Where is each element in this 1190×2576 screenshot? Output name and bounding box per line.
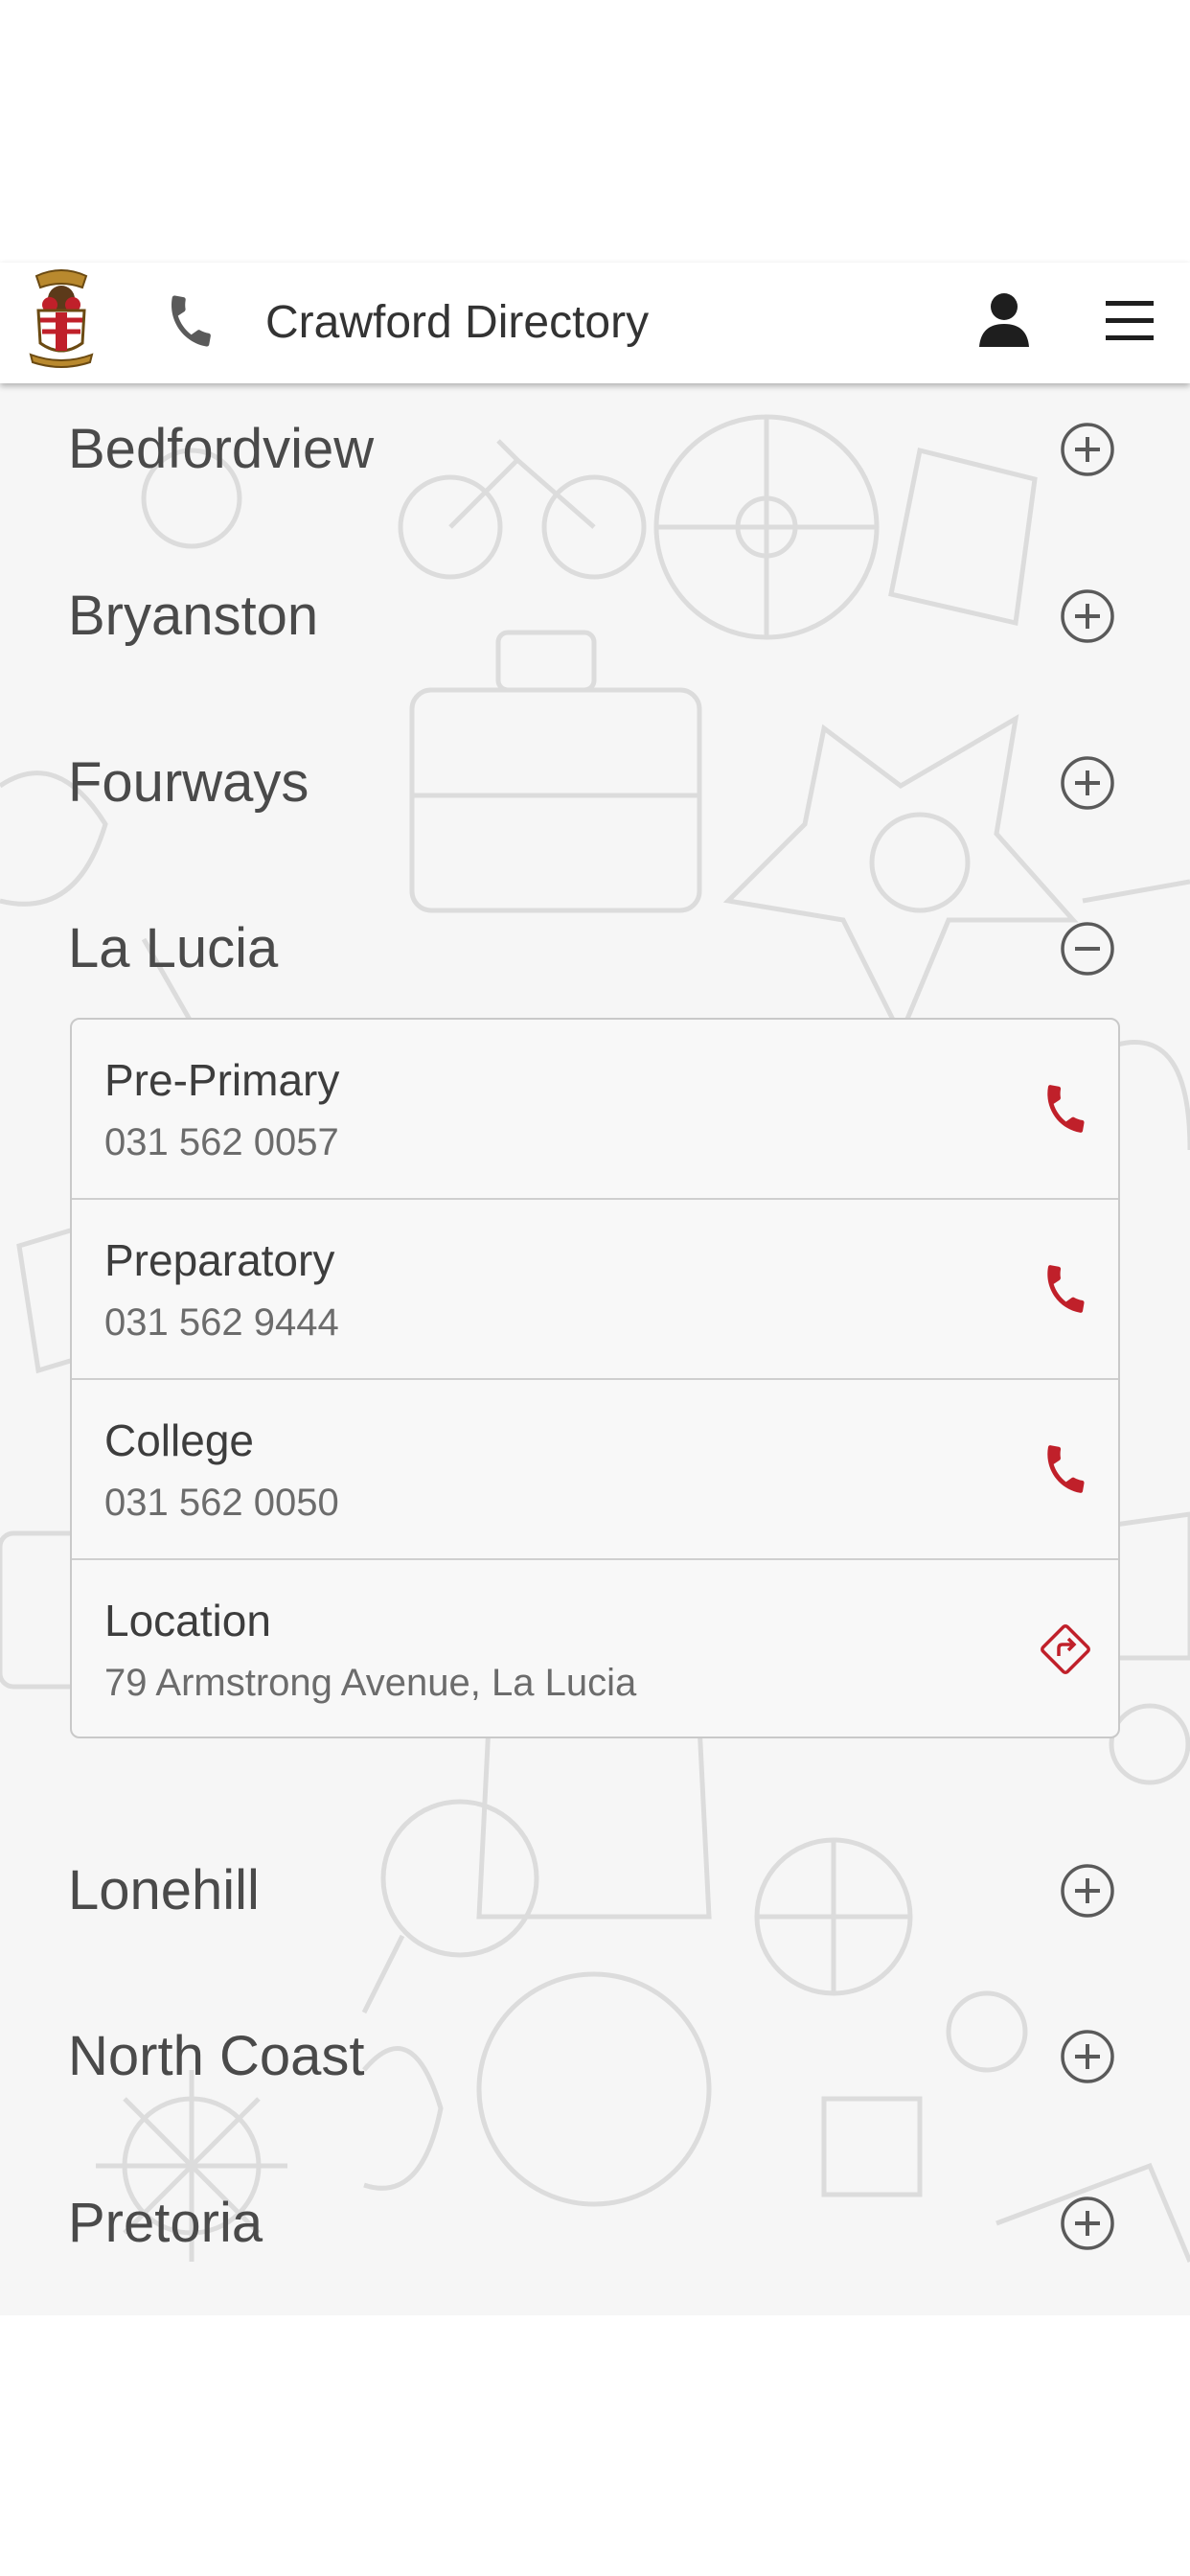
phone-icon[interactable] <box>1038 1441 1093 1497</box>
region-name: Bryanston <box>68 585 319 647</box>
expand-plus-icon[interactable] <box>1060 422 1115 477</box>
region-name: Fourways <box>68 751 309 814</box>
user-icon <box>979 293 1029 347</box>
app-header: Crawford Directory <box>0 263 1190 383</box>
account-button[interactable] <box>977 291 1031 349</box>
hamburger-menu-icon <box>1106 301 1154 340</box>
expand-plus-icon[interactable] <box>1060 755 1115 811</box>
menu-button[interactable] <box>1104 297 1156 345</box>
location-label: Location <box>104 1596 271 1645</box>
contact-label: College <box>104 1415 254 1465</box>
expand-plus-icon[interactable] <box>1060 1863 1115 1919</box>
directory-list: Bedfordview Bryanston Fourways La Lucia … <box>0 383 1190 2315</box>
expand-plus-icon[interactable] <box>1060 2196 1115 2251</box>
location-address: 79 Armstrong Avenue, La Lucia <box>104 1662 637 1704</box>
region-name: Bedfordview <box>68 418 375 480</box>
call-button[interactable] <box>161 291 220 351</box>
la-lucia-details-panel: Pre-Primary 031 562 0057 Preparatory 031… <box>70 1018 1120 1738</box>
location-row[interactable]: Location 79 Armstrong Avenue, La Lucia <box>72 1560 1118 1736</box>
contact-number: 031 562 0057 <box>104 1121 339 1163</box>
page-title: Crawford Directory <box>265 297 650 348</box>
expand-plus-icon[interactable] <box>1060 2029 1115 2084</box>
phone-icon <box>172 295 211 347</box>
region-name: North Coast <box>68 2025 365 2087</box>
region-fourways[interactable]: Fourways <box>0 717 1190 851</box>
region-pretoria[interactable]: Pretoria <box>0 2157 1190 2291</box>
contact-number: 031 562 9444 <box>104 1301 339 1344</box>
region-name: La Lucia <box>68 917 279 979</box>
region-la-lucia[interactable]: La Lucia <box>0 883 1190 1017</box>
region-north-coast[interactable]: North Coast <box>0 1990 1190 2125</box>
region-bryanston[interactable]: Bryanston <box>0 550 1190 684</box>
region-name: Lonehill <box>68 1859 260 1921</box>
phone-icon[interactable] <box>1038 1261 1093 1317</box>
contact-row[interactable]: Pre-Primary 031 562 0057 <box>72 1020 1118 1200</box>
contact-label: Pre-Primary <box>104 1055 340 1105</box>
region-lonehill[interactable]: Lonehill <box>0 1825 1190 1959</box>
contact-row[interactable]: College 031 562 0050 <box>72 1380 1118 1560</box>
contact-number: 031 562 0050 <box>104 1482 339 1524</box>
region-name: Pretoria <box>68 2192 263 2254</box>
contact-label: Preparatory <box>104 1235 335 1285</box>
contact-row[interactable]: Preparatory 031 562 9444 <box>72 1200 1118 1380</box>
collapse-minus-icon[interactable] <box>1060 921 1115 977</box>
expand-plus-icon[interactable] <box>1060 588 1115 644</box>
directions-icon[interactable] <box>1038 1622 1093 1677</box>
region-bedfordview[interactable]: Bedfordview <box>0 383 1190 518</box>
crest-logo-icon <box>27 266 96 372</box>
phone-icon[interactable] <box>1038 1081 1093 1137</box>
